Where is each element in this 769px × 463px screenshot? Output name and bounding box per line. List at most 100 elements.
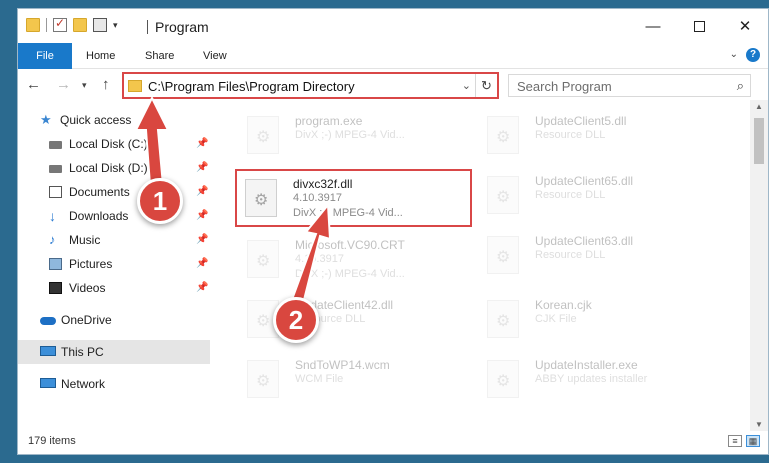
refresh-icon[interactable]: ↻ <box>475 74 497 97</box>
download-icon: ↓ <box>49 208 56 224</box>
status-bar: 179 items ≡ ▦ <box>18 429 768 454</box>
file-item-selected[interactable]: divxc32f.dll 4.10.3917 DivX ;-) MPEG-4 V… <box>235 169 472 227</box>
help-icon[interactable]: ? <box>746 48 760 62</box>
chevron-down-icon[interactable]: ⌄ <box>462 79 471 92</box>
file-item[interactable]: UpdateInstaller.exe ABBY updates install… <box>479 352 719 412</box>
sidebar-item-quick-access[interactable]: ★ Quick access <box>18 108 210 132</box>
pin-icon[interactable]: 📌 <box>196 180 208 204</box>
back-arrow-icon[interactable]: ← <box>26 76 41 93</box>
sidebar-item-this-pc[interactable]: This PC <box>18 340 210 364</box>
minimize-button[interactable]: — <box>630 9 676 43</box>
sidebar-item-local-disk-c[interactable]: Local Disk (C:) 📌 <box>18 132 210 156</box>
file-name: UpdateClient5.dll <box>535 114 627 128</box>
details-view-icon[interactable]: ≡ <box>728 435 742 447</box>
file-detail: DivX ;-) MPEG-4 Vid... <box>295 268 405 280</box>
sidebar-item-label: OneDrive <box>61 313 112 327</box>
close-button[interactable]: ✕ <box>722 9 768 43</box>
sidebar-item-videos[interactable]: Videos 📌 <box>18 276 210 300</box>
dll-file-icon <box>487 176 519 214</box>
music-icon: ♪ <box>49 232 56 247</box>
quick-access-toolbar: ▾ <box>26 16 118 32</box>
exe-file-icon <box>247 116 279 154</box>
vertical-scrollbar[interactable]: ▲ ▼ <box>750 100 768 431</box>
recent-locations-icon[interactable]: ▾ <box>82 80 87 91</box>
folder-icon[interactable] <box>26 18 40 32</box>
folder-icon <box>128 80 142 92</box>
star-icon: ★ <box>40 112 52 127</box>
file-item[interactable]: UpdateClient5.dll Resource DLL <box>479 108 719 168</box>
maximize-button[interactable] <box>676 9 722 43</box>
tiles-view-icon[interactable]: ▦ <box>746 435 760 447</box>
pin-icon[interactable]: 📌 <box>196 252 208 276</box>
sidebar-item-pictures[interactable]: Pictures 📌 <box>18 252 210 276</box>
file-name: Microsoft.VC90.CRT <box>295 238 405 252</box>
pin-icon[interactable]: 📌 <box>196 204 208 228</box>
properties-check-icon[interactable] <box>53 16 67 32</box>
dll-file-icon <box>245 179 277 217</box>
file-name: UpdateClient63.dll <box>535 234 634 248</box>
maximize-icon <box>693 20 705 32</box>
file-item[interactable]: Microsoft.VC90.CRT 4.10.3917 DivX ;-) MP… <box>239 232 479 292</box>
address-bar[interactable]: C:\Program Files\Program Directory ⌄ ↻ <box>122 72 499 99</box>
pin-icon[interactable]: 📌 <box>196 132 208 156</box>
search-placeholder: Search Program <box>517 79 612 94</box>
folder-icon <box>247 240 279 278</box>
pin-icon[interactable]: 📌 <box>196 156 208 180</box>
videos-icon <box>49 282 62 294</box>
file-name: UpdateInstaller.exe <box>535 358 638 372</box>
file-detail: Resource DLL <box>535 189 606 201</box>
scrollbar-thumb[interactable] <box>754 118 764 164</box>
file-name: Korean.cjk <box>535 298 592 312</box>
properties-icon[interactable] <box>93 18 107 32</box>
scroll-down-icon[interactable]: ▼ <box>755 420 763 429</box>
sidebar-item-label: Downloads <box>69 209 129 223</box>
search-input[interactable]: Search Program ⌕ <box>508 74 751 97</box>
sidebar-item-local-disk-d[interactable]: Local Disk (D:) 📌 <box>18 156 210 180</box>
pin-icon[interactable]: 📌 <box>196 228 208 252</box>
file-detail: 4.10.3917 <box>295 253 344 265</box>
file-detail: ABBY updates installer <box>535 373 648 385</box>
tab-view[interactable]: View <box>203 43 227 69</box>
tab-file[interactable]: File <box>18 43 72 69</box>
file-detail: WCM File <box>295 373 344 385</box>
tab-home[interactable]: Home <box>86 43 115 69</box>
tab-share[interactable]: Share <box>145 43 174 69</box>
sidebar-item-label: Local Disk (C:) <box>69 137 148 151</box>
file-description: DivX ;-) MPEG-4 Vid... <box>293 207 403 219</box>
pin-icon[interactable]: 📌 <box>196 276 208 300</box>
sidebar-item-label: Pictures <box>69 257 113 271</box>
sidebar-item-label: Local Disk (D:) <box>69 161 148 175</box>
new-folder-icon[interactable] <box>73 18 87 32</box>
sidebar-item-onedrive[interactable]: OneDrive <box>18 308 210 332</box>
sidebar-item-music[interactable]: ♪ Music 📌 <box>18 228 210 252</box>
ribbon: File Home Share View ⌄ ? <box>18 43 768 69</box>
sidebar-item-label: This PC <box>61 345 104 359</box>
file-item[interactable]: UpdateClient65.dll Resource DLL <box>479 168 719 228</box>
address-path[interactable]: C:\Program Files\Program Directory <box>148 79 355 94</box>
customize-dropdown-icon[interactable]: ▾ <box>113 20 118 31</box>
sidebar-item-label: Quick access <box>60 113 132 127</box>
sidebar-item-network[interactable]: Network <box>18 372 210 396</box>
annotation-step-2: 2 <box>273 297 319 343</box>
file-item[interactable]: SndToWP14.wcm WCM File <box>239 352 479 412</box>
file-version: 4.10.3917 <box>293 192 342 204</box>
file-item[interactable]: UpdateClient63.dll Resource DLL <box>479 228 719 288</box>
network-icon <box>40 378 56 388</box>
title-bar: ▾ Program — ✕ <box>18 9 768 43</box>
file-item[interactable]: Korean.cjk CJK File <box>479 292 719 352</box>
up-arrow-icon[interactable]: ↑ <box>102 76 110 93</box>
navigation-pane: ★ Quick access Local Disk (C:) 📌 Local D… <box>18 106 210 431</box>
navigation-bar: ← → ▾ ↑ C:\Program Files\Program Directo… <box>18 70 768 100</box>
file-item[interactable]: program.exe DivX ;-) MPEG-4 Vid... <box>239 108 479 168</box>
cloud-icon <box>40 317 56 325</box>
expand-ribbon-icon[interactable]: ⌄ <box>730 49 738 60</box>
window-title: Program <box>155 19 209 35</box>
file-detail: Resource DLL <box>535 129 606 141</box>
computer-icon <box>40 346 56 356</box>
forward-arrow-icon[interactable]: → <box>56 76 71 93</box>
file-detail: DivX ;-) MPEG-4 Vid... <box>295 129 405 141</box>
dll-file-icon <box>487 236 519 274</box>
scroll-up-icon[interactable]: ▲ <box>755 102 763 111</box>
search-icon[interactable]: ⌕ <box>737 78 744 94</box>
explorer-window: ▾ Program — ✕ File Home Share View ⌄ ? ←… <box>17 8 769 455</box>
